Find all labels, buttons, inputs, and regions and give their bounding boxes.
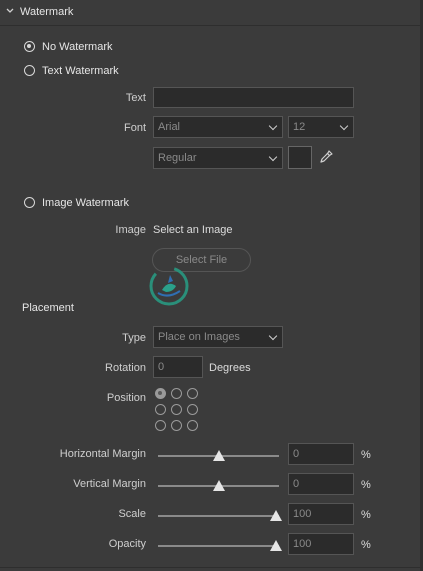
- slider-value-input-2[interactable]: 100: [288, 503, 354, 525]
- type-label: Type: [122, 332, 146, 344]
- text-label: Text: [125, 92, 146, 104]
- slider-value-input-1[interactable]: 0: [288, 473, 354, 495]
- font-size-select[interactable]: 12: [288, 116, 354, 138]
- radio-no-watermark[interactable]: [24, 41, 35, 52]
- chevron-down-icon[interactable]: [5, 6, 15, 16]
- radio-no-watermark-label[interactable]: No Watermark: [42, 41, 113, 53]
- slider-value-input-0[interactable]: 0: [288, 443, 354, 465]
- header-divider: [0, 25, 423, 26]
- position-option-7[interactable]: [171, 420, 182, 431]
- placement-title: Placement: [22, 302, 74, 314]
- slider-unit-0: %: [361, 449, 371, 461]
- watermark-logo: [149, 266, 189, 306]
- slider-track-3[interactable]: [158, 545, 279, 547]
- rotation-unit: Degrees: [209, 362, 251, 374]
- rotation-input[interactable]: 0: [153, 356, 203, 378]
- position-option-3[interactable]: [155, 404, 166, 415]
- slider-label-0: Horizontal Margin: [59, 448, 146, 460]
- position-label: Position: [106, 392, 146, 404]
- slider-value-input-3[interactable]: 100: [288, 533, 354, 555]
- image-label: Image: [115, 224, 146, 236]
- rotation-label: Rotation: [105, 362, 146, 374]
- position-option-5[interactable]: [187, 404, 198, 415]
- slider-thumb-1[interactable]: [212, 480, 225, 491]
- radio-image-watermark-label[interactable]: Image Watermark: [42, 197, 129, 209]
- placement-type-select[interactable]: Place on Images: [153, 326, 283, 348]
- position-option-2[interactable]: [187, 388, 198, 399]
- slider-unit-2: %: [361, 509, 371, 521]
- position-option-1[interactable]: [171, 388, 182, 399]
- image-value: Select an Image: [153, 224, 233, 236]
- slider-unit-3: %: [361, 539, 371, 551]
- bottom-divider: [0, 567, 423, 568]
- radio-image-watermark[interactable]: [24, 197, 35, 208]
- font-label: Font: [123, 122, 146, 134]
- slider-thumb-3[interactable]: [270, 540, 282, 551]
- color-swatch[interactable]: [288, 146, 312, 169]
- font-style-select[interactable]: Regular: [153, 147, 283, 169]
- section-title[interactable]: Watermark: [20, 6, 73, 18]
- radio-text-watermark-label[interactable]: Text Watermark: [42, 65, 119, 77]
- slider-thumb-0[interactable]: [212, 450, 225, 461]
- slider-label-1: Vertical Margin: [73, 478, 146, 490]
- position-option-6[interactable]: [155, 420, 166, 431]
- position-option-8[interactable]: [187, 420, 198, 431]
- slider-thumb-2[interactable]: [270, 510, 282, 521]
- slider-label-3: Opacity: [108, 538, 146, 550]
- radio-text-watermark[interactable]: [24, 65, 35, 76]
- font-family-select[interactable]: Arial: [153, 116, 283, 138]
- position-option-0[interactable]: [155, 388, 166, 399]
- eyedropper-icon[interactable]: [318, 149, 334, 165]
- slider-label-2: Scale: [118, 508, 146, 520]
- text-input[interactable]: [153, 87, 354, 108]
- slider-unit-1: %: [361, 479, 371, 491]
- position-option-4[interactable]: [171, 404, 182, 415]
- slider-track-2[interactable]: [158, 515, 279, 517]
